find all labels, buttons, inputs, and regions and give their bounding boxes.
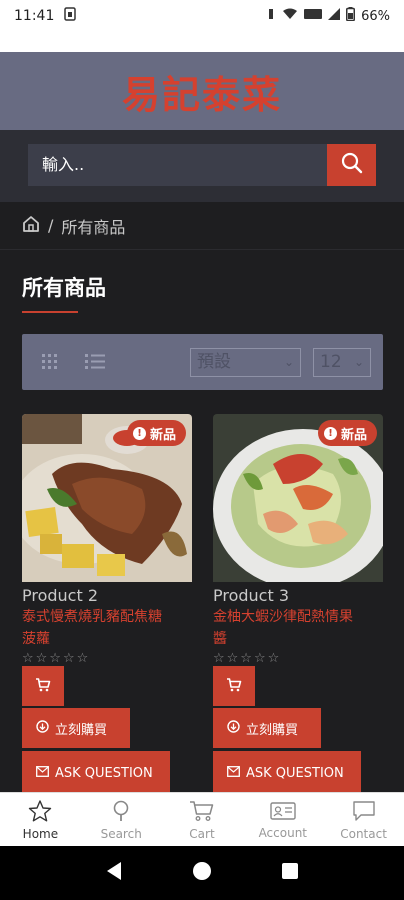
battery-icon: [346, 7, 356, 25]
envelope-icon: [36, 765, 49, 781]
cart-icon: [226, 677, 242, 696]
nav-home[interactable]: Home: [0, 793, 81, 847]
ask-question-label: ASK QUESTION: [246, 765, 344, 781]
arrow-circle-down-icon: [36, 719, 49, 737]
page-title: 所有商品: [22, 276, 106, 300]
ask-question-button[interactable]: ASK QUESTION: [213, 751, 361, 795]
bottom-nav: Home Search Cart Account Contact: [0, 792, 404, 847]
product-description-line1[interactable]: 泰式慢煮燒乳豬配焦糖: [22, 607, 192, 627]
add-to-cart-button[interactable]: [22, 666, 64, 706]
product-name[interactable]: Product 2: [22, 586, 192, 605]
battery-percent: 66%: [361, 8, 390, 24]
top-spacer: [0, 32, 404, 52]
chevron-down-icon: ⌄: [353, 355, 364, 369]
list-view-icon[interactable]: [84, 351, 108, 373]
per-page-select-value: 12: [320, 352, 342, 372]
breadcrumb: / 所有商品: [0, 202, 404, 250]
chat-bubble-icon: [352, 800, 376, 825]
search-input[interactable]: 輸入..: [28, 144, 328, 186]
chevron-down-icon: ⌄: [283, 355, 294, 369]
site-logo-title[interactable]: 易記泰菜: [122, 64, 282, 119]
home-icon[interactable]: [22, 215, 40, 237]
buy-now-button[interactable]: 立刻購買: [22, 708, 130, 748]
new-badge-label: 新品: [340, 427, 367, 443]
star-icon: [28, 799, 52, 825]
nav-search[interactable]: Search: [81, 793, 162, 847]
title-underline: [22, 311, 78, 313]
nav-contact[interactable]: Contact: [323, 793, 404, 847]
search-button[interactable]: [327, 144, 376, 186]
new-badge: ! 新品: [126, 420, 186, 446]
rating-stars: ☆☆☆☆☆: [213, 651, 282, 666]
network-icon: [304, 8, 323, 24]
sim-icon: [64, 7, 77, 25]
home-circle-icon[interactable]: [192, 861, 212, 885]
buy-now-label: 立刻購買: [246, 722, 299, 738]
ask-question-button[interactable]: ASK QUESTION: [22, 751, 170, 795]
status-bar: 11:41 66%: [0, 0, 404, 32]
buy-now-label: 立刻購買: [55, 722, 108, 738]
info-icon: !: [323, 426, 337, 440]
ask-question-label: ASK QUESTION: [55, 765, 153, 781]
recents-icon[interactable]: [281, 862, 299, 884]
info-icon: !: [132, 426, 146, 440]
nav-search-label: Search: [100, 826, 142, 841]
status-time: 11:41: [14, 8, 55, 24]
envelope-icon: [227, 765, 240, 781]
vibrate-icon: [266, 7, 276, 25]
product-description-line2[interactable]: 醬: [213, 629, 383, 649]
product-card[interactable]: ! 新品 Product 2 泰式慢煮燒乳豬配焦糖 菠蘿 ☆☆☆☆☆: [22, 414, 192, 666]
sort-select-value: 預設: [197, 352, 231, 372]
arrow-circle-down-icon: [227, 719, 240, 737]
nav-account[interactable]: Account: [242, 793, 323, 847]
product-card[interactable]: ! 新品 Product 3 金柚大蝦沙律配熱情果 醬 ☆☆☆☆☆: [213, 414, 383, 666]
product-image[interactable]: ! 新品: [22, 414, 192, 582]
search-icon: [341, 152, 363, 178]
magnifier-icon: [110, 800, 132, 825]
nav-cart[interactable]: Cart: [162, 793, 243, 847]
cart-icon: [35, 677, 51, 696]
breadcrumb-separator: /: [48, 216, 54, 235]
nav-contact-label: Contact: [340, 826, 387, 841]
product-description-line1[interactable]: 金柚大蝦沙律配熱情果: [213, 607, 383, 627]
product-toolbar: 預設 ⌄ 12 ⌄: [22, 334, 383, 390]
add-to-cart-button[interactable]: [213, 666, 255, 706]
nav-cart-label: Cart: [189, 826, 215, 841]
product-image[interactable]: ! 新品: [213, 414, 383, 582]
cart-icon: [189, 800, 215, 825]
signal-icon: [328, 8, 341, 24]
back-icon[interactable]: [105, 861, 123, 885]
nav-account-label: Account: [258, 825, 308, 840]
new-badge: ! 新品: [317, 420, 377, 446]
nav-home-label: Home: [22, 826, 59, 841]
wifi-icon: [282, 8, 298, 24]
product-description-line2[interactable]: 菠蘿: [22, 629, 192, 649]
new-badge-label: 新品: [149, 427, 176, 443]
sort-select[interactable]: 預設 ⌄: [190, 348, 301, 377]
rating-stars: ☆☆☆☆☆: [22, 651, 91, 666]
per-page-select[interactable]: 12 ⌄: [313, 348, 371, 377]
buy-now-button[interactable]: 立刻購買: [213, 708, 321, 748]
site-header: 易記泰菜: [0, 52, 404, 130]
breadcrumb-current: 所有商品: [61, 217, 126, 237]
grid-view-icon[interactable]: [40, 351, 64, 373]
system-nav-bar: [0, 846, 404, 900]
id-card-icon: [270, 801, 296, 824]
product-name[interactable]: Product 3: [213, 586, 383, 605]
